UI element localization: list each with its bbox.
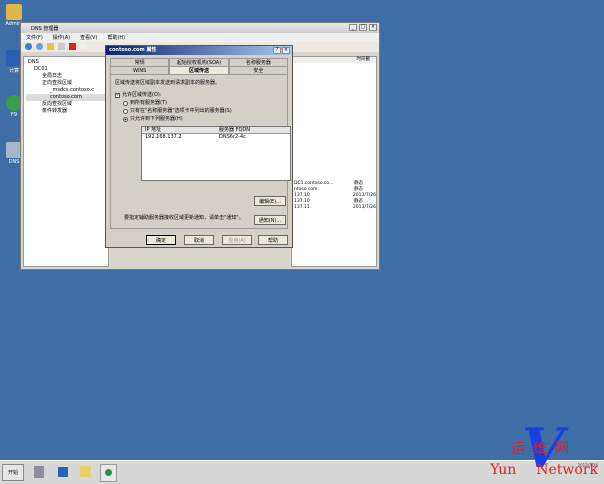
radio-all-servers[interactable]: 到所有服务器(T) [115,99,283,107]
watermark: V 运维网 Yun Network [490,416,598,480]
watermark-en-left: Yun [490,462,517,478]
column-header-fqdn[interactable]: 服务器 FQDN [216,127,290,133]
tab-wins[interactable]: WINS [110,66,170,74]
dialog-title-bar: contoso.com 属性 [106,46,292,55]
edit-button[interactable]: 编辑(E)... [254,196,286,206]
help-button[interactable]: 帮助 [258,235,288,245]
tree-item-dns[interactable]: DNS [26,59,106,66]
refresh-icon[interactable] [80,43,87,50]
powershell-icon[interactable] [58,467,68,477]
tree-item-contoso[interactable]: contoso.com [26,94,106,101]
list-row[interactable]: 137.11 2013/7/26 [292,205,376,211]
dialog-close-button[interactable]: × [282,47,290,54]
icon-label: F9 [10,112,18,118]
dialog-title: contoso.com 属性 [109,47,157,53]
menu-help[interactable]: 帮助(H) [107,34,125,41]
window-title: DNS 管理器 [31,25,59,32]
menu-action[interactable]: 操作(A) [53,34,70,41]
zone-properties-dialog: contoso.com 属性 ? × 常规 起始授权机构(SOA) 名称服务器 … [105,45,293,248]
radio-name-servers-only[interactable]: 只有在"名称服务器"选项卡中列出的服务器(S) [115,107,283,115]
folder-icon[interactable] [47,43,54,50]
notify-button[interactable]: 通知(N)... [254,215,286,225]
title-bar: DNS 管理器 [21,23,379,33]
server-manager-icon[interactable] [34,466,44,478]
apply-button[interactable]: 应用(A) [222,235,252,245]
column-header-ip[interactable]: IP 地址 [142,127,216,133]
properties-icon[interactable] [58,43,65,50]
start-button[interactable]: 开始 [2,464,24,481]
icon-label: DNS [8,159,20,165]
back-icon[interactable] [25,43,32,50]
records-list: 时间戳 DC1.contoso.co... 静态 ntoso.com. 静态 137… [291,56,377,267]
close-button[interactable]: × [369,24,377,31]
watermark-cn: 运维网 [511,441,578,457]
tab-soa[interactable]: 起始授权机构(SOA) [169,58,229,66]
tree-item-msdcs[interactable]: _msdcs.contoso.c [26,87,106,94]
icon-label: 计算 [8,68,19,74]
watermark-en-right: Network [536,462,598,478]
table-row[interactable]: 192.168.137.2 DNS6r2-4c [142,134,290,141]
ok-button[interactable]: 确定 [146,235,176,245]
menu-view[interactable]: 查看(V) [80,34,97,41]
tab-security[interactable]: 安全 [228,66,288,74]
maximize-button[interactable]: □ [359,24,367,31]
forward-icon[interactable] [36,43,43,50]
dialog-help-button[interactable]: ? [273,47,281,54]
tab-general[interactable]: 常规 [110,58,170,66]
menu-bar: 文件(F) 操作(A) 查看(V) 帮助(H) [21,33,379,42]
tree-item-global-logs[interactable]: 全局日志 [26,73,106,80]
description-text: 区域传送将区域副本发送到请求副本的服务器。 [115,80,221,86]
tree-item-server[interactable]: DC01 [26,66,106,73]
servers-table: IP 地址 服务器 FQDN 192.168.137.2 DNS6r2-4c [141,126,291,181]
dns-taskbar-button[interactable] [100,464,117,482]
tree-item-conditional-forwarders[interactable]: 条件转发器 [26,108,106,115]
tab-zone-transfers[interactable]: 区域传送 [169,66,229,74]
tree-item-reverse-zones[interactable]: 反向查找区域 [26,101,106,108]
delete-icon[interactable] [69,43,76,50]
tree-pane: DNS DC01 全局日志 正向查找区域 _msdcs.contoso.c co… [23,56,109,267]
tab-name-servers[interactable]: 名称服务器 [228,58,288,66]
radio-following-servers[interactable]: 只允许到下列服务器(H) [115,115,283,123]
tree-item-forward-zones[interactable]: 正向查找区域 [26,80,106,87]
minimize-button[interactable]: _ [349,24,357,31]
menu-file[interactable]: 文件(F) [26,34,43,41]
cancel-button[interactable]: 取消 [184,235,214,245]
notify-text: 要指定辅助服务器接收区域更新通知，请单击"通知"。 [124,215,244,221]
explorer-icon[interactable] [80,466,91,477]
allow-transfers-checkbox[interactable]: ✓ 允许区域传送(O): [115,91,283,99]
